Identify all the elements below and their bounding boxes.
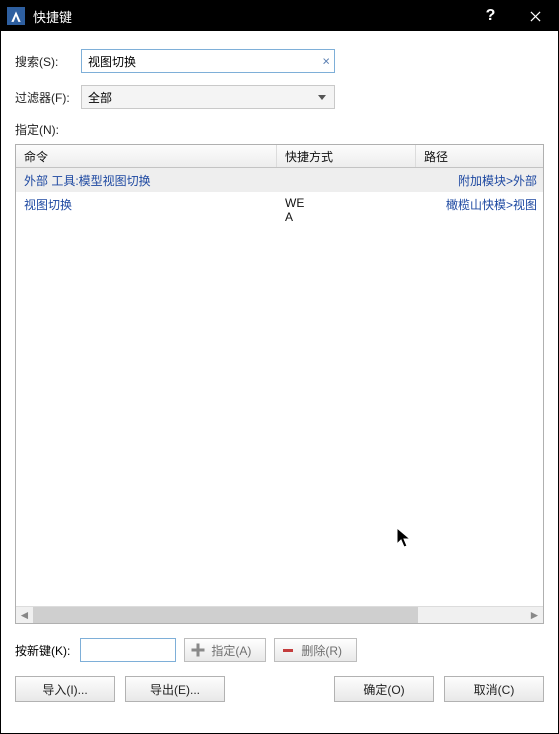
search-row: 搜索(S): ×	[15, 49, 544, 73]
window-title: 快捷键	[33, 7, 72, 26]
remove-button-label: 删除(R)	[301, 642, 342, 659]
scroll-thumb[interactable]	[33, 607, 418, 623]
clear-search-icon[interactable]: ×	[322, 55, 330, 68]
newkey-input-wrap	[80, 638, 176, 662]
close-button[interactable]	[513, 1, 558, 31]
export-button[interactable]: 导出(E)...	[125, 676, 225, 702]
cell-shortcut: WE A	[277, 196, 416, 225]
assign-button[interactable]: 指定(A)	[184, 638, 266, 662]
cell-path: 橄榄山快模>视图	[416, 196, 543, 213]
col-command[interactable]: 命令	[16, 145, 277, 167]
new-key-row: 按新键(K): 指定(A) 删除(R)	[15, 638, 544, 662]
dialog-body: 搜索(S): × 过滤器(F): 全部 指定(N): 命令 快捷方式 路径 外部…	[1, 31, 558, 716]
search-input-wrap: ×	[81, 49, 335, 73]
scroll-track[interactable]	[33, 607, 526, 623]
filter-selected: 全部	[88, 89, 112, 106]
minus-icon	[281, 643, 295, 657]
horizontal-scrollbar[interactable]: ◄ ►	[16, 606, 543, 623]
cell-path: 附加模块>外部	[416, 172, 543, 189]
dialog-buttons: 导入(I)... 导出(E)... 确定(O) 取消(C)	[15, 676, 544, 702]
title-bar: 快捷键 ?	[1, 1, 558, 31]
col-path[interactable]: 路径	[416, 145, 543, 167]
help-icon: ?	[486, 7, 496, 25]
shortcuts-table: 命令 快捷方式 路径 外部 工具:模型视图切换 附加模块>外部 视图切换 WE …	[15, 144, 544, 624]
newkey-label: 按新键(K):	[15, 642, 70, 659]
table-header: 命令 快捷方式 路径	[16, 145, 543, 168]
filter-label: 过滤器(F):	[15, 89, 81, 106]
ok-button[interactable]: 确定(O)	[334, 676, 434, 702]
cell-command: 视图切换	[16, 196, 277, 213]
chevron-down-icon	[318, 95, 326, 100]
scroll-left-icon[interactable]: ◄	[16, 607, 33, 623]
table-row[interactable]: 视图切换 WE A 橄榄山快模>视图	[16, 192, 543, 232]
scroll-right-icon[interactable]: ►	[526, 607, 543, 623]
cancel-button[interactable]: 取消(C)	[444, 676, 544, 702]
plus-icon	[191, 643, 205, 657]
app-icon	[7, 7, 25, 25]
newkey-input[interactable]	[81, 639, 175, 661]
assign-button-label: 指定(A)	[211, 642, 251, 659]
close-icon	[530, 11, 541, 22]
filter-dropdown[interactable]: 全部	[81, 85, 335, 109]
table-row[interactable]: 外部 工具:模型视图切换 附加模块>外部	[16, 168, 543, 192]
search-label: 搜索(S):	[15, 53, 81, 70]
search-input[interactable]	[82, 50, 334, 72]
table-body: 外部 工具:模型视图切换 附加模块>外部 视图切换 WE A 橄榄山快模>视图	[16, 168, 543, 606]
cell-command: 外部 工具:模型视图切换	[16, 172, 277, 189]
remove-button[interactable]: 删除(R)	[274, 638, 357, 662]
help-button[interactable]: ?	[468, 1, 513, 31]
col-shortcut[interactable]: 快捷方式	[277, 145, 416, 167]
import-button[interactable]: 导入(I)...	[15, 676, 115, 702]
assign-label: 指定(N):	[15, 121, 544, 138]
filter-row: 过滤器(F): 全部	[15, 85, 544, 109]
